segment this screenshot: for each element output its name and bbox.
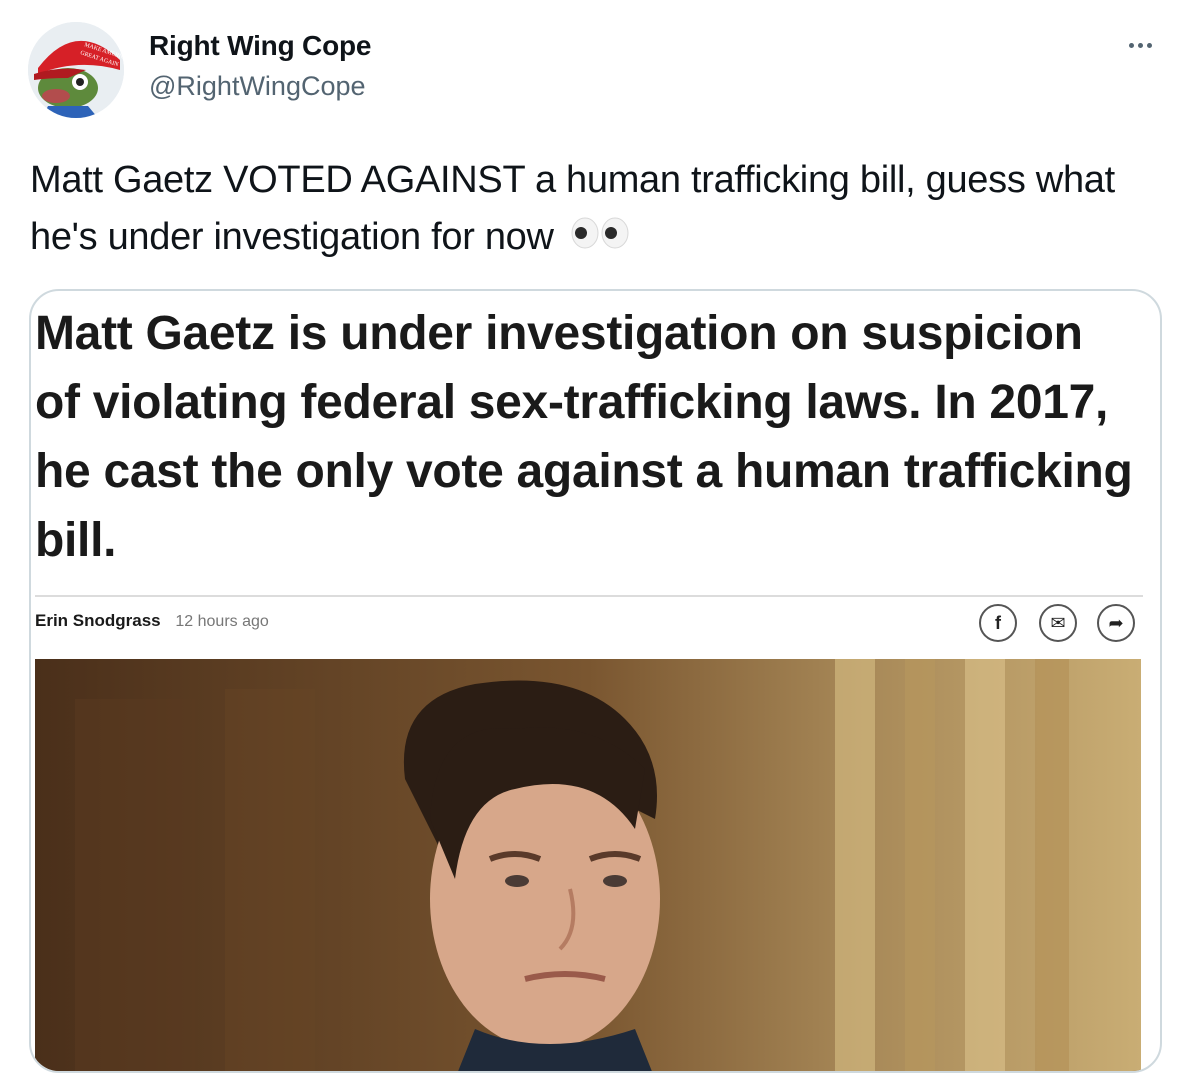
avatar[interactable]: MAKE AMERICA GREAT AGAIN (28, 22, 124, 118)
more-options-button[interactable] (1120, 30, 1160, 60)
eyes-icon (570, 210, 630, 267)
user-handle[interactable]: @RightWingCope (149, 71, 366, 102)
share-arrow-icon[interactable]: ➦ (1097, 604, 1135, 642)
article-card[interactable]: Matt Gaetz is under investigation on sus… (29, 289, 1162, 1073)
article-time: 12 hours ago (175, 613, 269, 630)
frog-in-red-cap-avatar: MAKE AMERICA GREAT AGAIN (28, 22, 124, 118)
divider (35, 595, 1143, 597)
article-headline: Matt Gaetz is under investigation on sus… (35, 307, 1133, 567)
more-dots-icon (1128, 42, 1134, 48)
email-icon[interactable]: ✉ (1039, 604, 1077, 642)
tweet-text: Matt Gaetz VOTED AGAINST a human traffic… (30, 152, 1160, 267)
display-name[interactable]: Right Wing Cope (149, 30, 371, 62)
article-author: Erin Snodgrass (35, 611, 161, 630)
facebook-icon[interactable]: f (979, 604, 1017, 642)
article-byline: Erin Snodgrass 12 hours ago (35, 611, 269, 631)
article-photo (35, 659, 1141, 1071)
